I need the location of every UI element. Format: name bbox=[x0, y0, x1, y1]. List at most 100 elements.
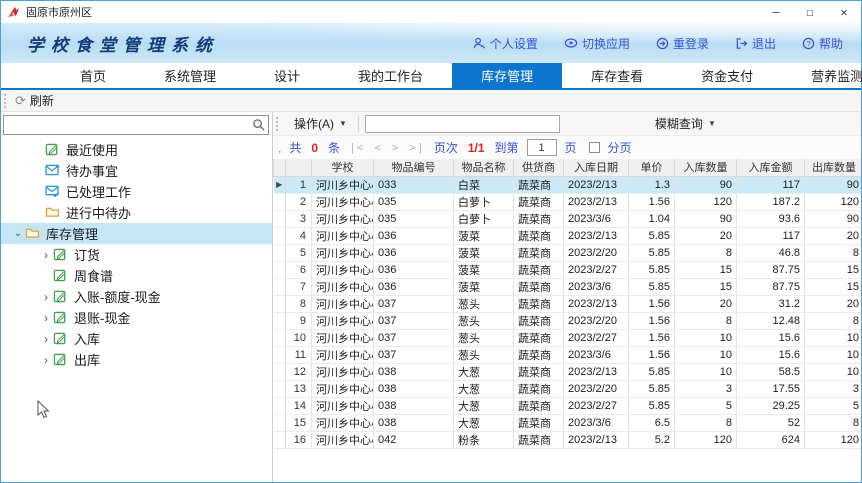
cell-学校: 河川乡中心小学 bbox=[312, 346, 374, 363]
chevron-down-icon[interactable]: ⌄ bbox=[11, 228, 25, 239]
maximize-button[interactable]: ☐ bbox=[793, 1, 827, 23]
tab-设计[interactable]: 设计 bbox=[245, 63, 329, 88]
column-header-供货商[interactable]: 供货商 bbox=[514, 159, 564, 176]
banner-link-重登录[interactable]: 重登录 bbox=[656, 35, 709, 52]
banner-link-切换应用[interactable]: 切换应用 bbox=[564, 35, 630, 52]
column-header-出库数量[interactable]: 出库数量 bbox=[805, 159, 862, 176]
cell-入库金额: 46.8 bbox=[737, 244, 805, 261]
tree-item-订货[interactable]: ›订货 bbox=[1, 244, 272, 265]
goto-page-input[interactable] bbox=[527, 139, 557, 156]
document-edit-icon bbox=[53, 269, 68, 282]
row-number-cell: 5 bbox=[286, 244, 312, 261]
query-input[interactable] bbox=[365, 115, 560, 133]
table-row[interactable]: ▶1河川乡中心小学033白菜蔬菜商2023/2/131.39011790 bbox=[274, 176, 862, 193]
chevron-right-icon[interactable]: › bbox=[39, 353, 53, 367]
table-row[interactable]: 14河川乡中心小学038大葱蔬菜商2023/2/275.85529.255 bbox=[274, 397, 862, 414]
total-prefix-label: 共 bbox=[289, 139, 301, 156]
table-row[interactable]: 6河川乡中心小学036菠菜蔬菜商2023/2/275.851587.7515 bbox=[274, 261, 862, 278]
cell-物品编号: 042 bbox=[374, 431, 454, 448]
tab-首页[interactable]: 首页 bbox=[51, 63, 135, 88]
tree-item-周食谱[interactable]: 周食谱 bbox=[1, 265, 272, 286]
cell-供货商: 蔬菜商 bbox=[514, 176, 564, 193]
last-page-button[interactable]: >| bbox=[410, 141, 425, 154]
table-row[interactable]: 12河川乡中心小学038大葱蔬菜商2023/2/135.851058.510 bbox=[274, 363, 862, 380]
row-marker-cell bbox=[274, 397, 286, 414]
tree-item-入库[interactable]: ›入库 bbox=[1, 328, 272, 349]
prev-page-button[interactable]: < bbox=[374, 141, 382, 154]
table-row[interactable]: 3河川乡中心小学035白萝卜蔬菜商2023/3/61.049093.690 bbox=[274, 210, 862, 227]
column-header-单价[interactable]: 单价 bbox=[629, 159, 675, 176]
row-marker-cell bbox=[274, 193, 286, 210]
column-header-物品编号[interactable]: 物品编号 bbox=[374, 159, 454, 176]
refresh-button[interactable]: ⟳ 刷新 bbox=[15, 92, 54, 109]
row-marker-cell bbox=[274, 414, 286, 431]
next-page-button[interactable]: > bbox=[392, 141, 400, 154]
column-header-物品名称[interactable]: 物品名称 bbox=[454, 159, 514, 176]
tree-item-出库[interactable]: ›出库 bbox=[1, 349, 272, 370]
chevron-right-icon[interactable]: › bbox=[39, 290, 53, 304]
tab-营养监测公示[interactable]: 营养监测公示 bbox=[782, 63, 862, 88]
cell-单价: 1.56 bbox=[629, 193, 675, 210]
column-header-学校[interactable]: 学校 bbox=[312, 159, 374, 176]
table-row[interactable]: 8河川乡中心小学037葱头蔬菜商2023/2/131.562031.220 bbox=[274, 295, 862, 312]
fuzzy-query-dropdown[interactable]: 模糊查询 ▼ bbox=[648, 112, 723, 135]
close-button[interactable]: ✕ bbox=[827, 1, 861, 23]
table-row[interactable]: 10河川乡中心小学037葱头蔬菜商2023/2/271.561015.610 bbox=[274, 329, 862, 346]
cell-入库金额: 117 bbox=[737, 227, 805, 244]
mail-icon bbox=[45, 164, 60, 177]
table-row[interactable]: 16河川乡中心小学042粉条蔬菜商2023/2/135.2120624120 bbox=[274, 431, 862, 448]
row-number-cell: 11 bbox=[286, 346, 312, 363]
tree-item-库存管理[interactable]: ⌄库存管理 bbox=[1, 223, 272, 244]
person-icon bbox=[473, 37, 486, 50]
table-row[interactable]: 5河川乡中心小学036菠菜蔬菜商2023/2/205.85846.88 bbox=[274, 244, 862, 261]
column-header-入库金额[interactable]: 入库金额 bbox=[737, 159, 805, 176]
table-row[interactable]: 4河川乡中心小学036菠菜蔬菜商2023/2/135.852011720 bbox=[274, 227, 862, 244]
tab-资金支付[interactable]: 资金支付 bbox=[672, 63, 782, 88]
first-page-button[interactable]: |< bbox=[349, 141, 364, 154]
action-dropdown[interactable]: 操作(A) ▼ bbox=[287, 112, 354, 135]
toolbar-separator bbox=[358, 116, 359, 132]
cell-单价: 5.85 bbox=[629, 397, 675, 414]
tab-我的工作台[interactable]: 我的工作台 bbox=[329, 63, 452, 88]
row-number-cell: 7 bbox=[286, 278, 312, 295]
cell-出库数量: 10 bbox=[805, 329, 862, 346]
paging-checkbox[interactable] bbox=[589, 142, 600, 153]
chevron-right-icon[interactable]: › bbox=[39, 248, 53, 262]
tree-item-退账-现金[interactable]: ›退账-现金 bbox=[1, 307, 272, 328]
table-row[interactable]: 11河川乡中心小学037葱头蔬菜商2023/3/61.561015.610 bbox=[274, 346, 862, 363]
cell-入库金额: 58.5 bbox=[737, 363, 805, 380]
table-row[interactable]: 7河川乡中心小学036菠菜蔬菜商2023/3/65.851587.7515 bbox=[274, 278, 862, 295]
cell-入库金额: 187.2 bbox=[737, 193, 805, 210]
banner-link-帮助[interactable]: ?帮助 bbox=[802, 35, 843, 52]
cell-入库日期: 2023/2/20 bbox=[564, 380, 629, 397]
minimize-button[interactable]: – bbox=[759, 1, 793, 23]
table-row[interactable]: 9河川乡中心小学037葱头蔬菜商2023/2/201.56812.488 bbox=[274, 312, 862, 329]
sidebar-search-input[interactable] bbox=[3, 115, 269, 135]
chevron-right-icon[interactable]: › bbox=[39, 332, 53, 346]
cell-入库金额: 31.2 bbox=[737, 295, 805, 312]
cell-出库数量: 15 bbox=[805, 278, 862, 295]
tab-库存查看[interactable]: 库存查看 bbox=[562, 63, 672, 88]
tree-item-入账-额度-现金[interactable]: ›入账-额度-现金 bbox=[1, 286, 272, 307]
banner-link-退出[interactable]: 退出 bbox=[735, 35, 776, 52]
tree-item-进行中待办[interactable]: 进行中待办 bbox=[1, 202, 272, 223]
table-row[interactable]: 13河川乡中心小学038大葱蔬菜商2023/2/205.85317.553 bbox=[274, 380, 862, 397]
column-header-入库数量[interactable]: 入库数量 bbox=[675, 159, 737, 176]
cell-入库日期: 2023/3/6 bbox=[564, 278, 629, 295]
banner-link-个人设置[interactable]: 个人设置 bbox=[473, 35, 538, 52]
table-row[interactable]: 15河川乡中心小学038大葱蔬菜商2023/3/66.58528 bbox=[274, 414, 862, 431]
cell-入库数量: 10 bbox=[675, 329, 737, 346]
column-header-入库日期[interactable]: 入库日期 bbox=[564, 159, 629, 176]
table-row[interactable]: 2河川乡中心小学035白萝卜蔬菜商2023/2/131.56120187.212… bbox=[274, 193, 862, 210]
tree-item-待办事宜[interactable]: 待办事宜 bbox=[1, 160, 272, 181]
tree-item-最近使用[interactable]: 最近使用 bbox=[1, 139, 272, 160]
cell-物品编号: 037 bbox=[374, 312, 454, 329]
banner-link-label: 重登录 bbox=[673, 35, 709, 52]
chevron-right-icon[interactable]: › bbox=[39, 311, 53, 325]
pagination-grip: , bbox=[278, 141, 281, 155]
tab-库存管理[interactable]: 库存管理 bbox=[452, 63, 562, 88]
tree-item-已处理工作[interactable]: 已处理工作 bbox=[1, 181, 272, 202]
relogin-icon bbox=[656, 37, 669, 50]
tab-系统管理[interactable]: 系统管理 bbox=[135, 63, 245, 88]
cell-出库数量: 8 bbox=[805, 244, 862, 261]
